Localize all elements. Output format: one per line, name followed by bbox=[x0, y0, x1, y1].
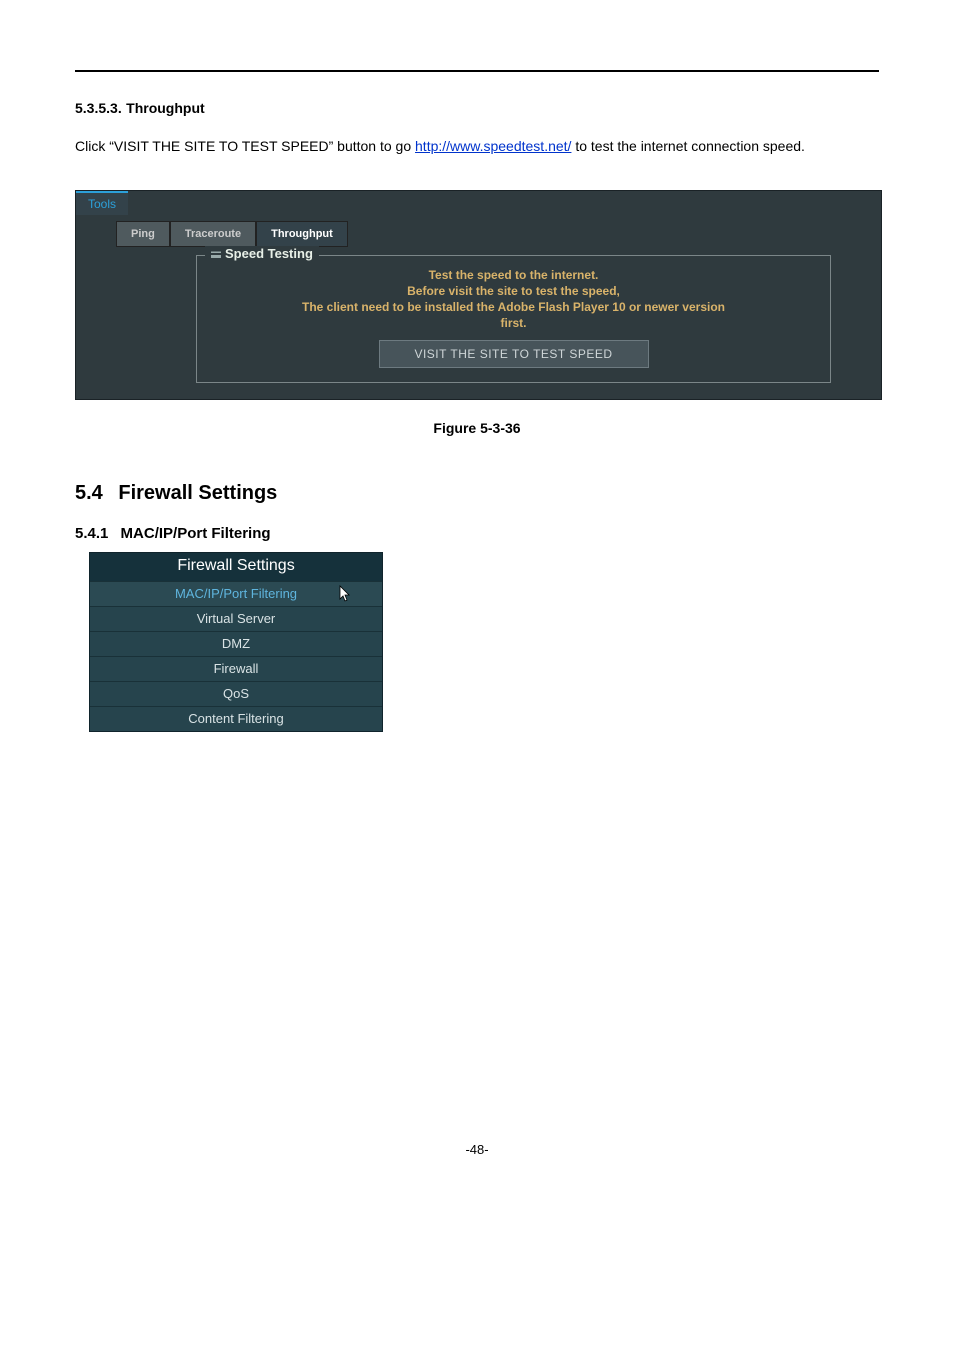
section-5353-body: Click “VISIT THE SITE TO TEST SPEED” but… bbox=[75, 132, 879, 160]
tab-traceroute[interactable]: Traceroute bbox=[170, 221, 256, 247]
firewall-menu: Firewall Settings MAC/IP/Port Filtering … bbox=[89, 552, 383, 732]
speed-testing-legend: Speed Testing bbox=[205, 246, 319, 261]
figure-caption: Figure 5-3-36 bbox=[75, 420, 879, 436]
tab-throughput[interactable]: Throughput bbox=[256, 221, 348, 247]
section-541-title: MAC/IP/Port Filtering bbox=[121, 525, 271, 542]
top-rule bbox=[75, 70, 879, 72]
cursor-icon bbox=[334, 584, 354, 604]
firewall-menu-item-content-filtering[interactable]: Content Filtering bbox=[90, 706, 382, 731]
firewall-menu-item-virtual-server[interactable]: Virtual Server bbox=[90, 606, 382, 631]
section-54-number: 5.4 bbox=[75, 482, 103, 504]
speed-line-2: Before visit the site to test the speed, bbox=[207, 284, 820, 298]
tools-panel: Tools Ping Traceroute Throughput Speed T… bbox=[75, 190, 882, 400]
legend-text: Speed Testing bbox=[225, 246, 313, 261]
firewall-menu-item-qos[interactable]: QoS bbox=[90, 681, 382, 706]
tools-tabbar: Ping Traceroute Throughput bbox=[116, 221, 871, 247]
firewall-menu-item-label: MAC/IP/Port Filtering bbox=[175, 586, 297, 601]
signal-icon bbox=[211, 250, 221, 258]
section-54-title: Firewall Settings bbox=[118, 482, 277, 504]
section-number: 5.3.5.3. bbox=[75, 100, 122, 116]
speed-line-3: The client need to be installed the Adob… bbox=[207, 300, 820, 314]
firewall-menu-item-mac-ip-port[interactable]: MAC/IP/Port Filtering bbox=[90, 581, 382, 606]
section-title: Throughput bbox=[126, 100, 205, 116]
speed-line-1: Test the speed to the internet. bbox=[207, 268, 820, 282]
body-suffix: to test the internet connection speed. bbox=[571, 138, 805, 154]
visit-site-button[interactable]: VISIT THE SITE TO TEST SPEED bbox=[379, 340, 649, 368]
speedtest-link[interactable]: http://www.speedtest.net/ bbox=[415, 138, 571, 154]
tools-panel-tab[interactable]: Tools bbox=[76, 191, 128, 215]
page-number: -48- bbox=[75, 1142, 879, 1177]
section-541-heading: 5.4.1 MAC/IP/Port Filtering bbox=[75, 525, 879, 542]
firewall-menu-item-dmz[interactable]: DMZ bbox=[90, 631, 382, 656]
speed-testing-fieldset: Speed Testing Test the speed to the inte… bbox=[196, 255, 831, 383]
section-5353-heading: 5.3.5.3. Throughput bbox=[75, 100, 879, 118]
section-541-number: 5.4.1 bbox=[75, 525, 108, 542]
body-prefix: Click “VISIT THE SITE TO TEST SPEED” but… bbox=[75, 138, 415, 154]
firewall-menu-header: Firewall Settings bbox=[90, 553, 382, 581]
firewall-menu-item-firewall[interactable]: Firewall bbox=[90, 656, 382, 681]
section-54-heading: 5.4 Firewall Settings bbox=[75, 482, 879, 505]
speed-line-4: first. bbox=[207, 316, 820, 330]
tab-ping[interactable]: Ping bbox=[116, 221, 170, 247]
